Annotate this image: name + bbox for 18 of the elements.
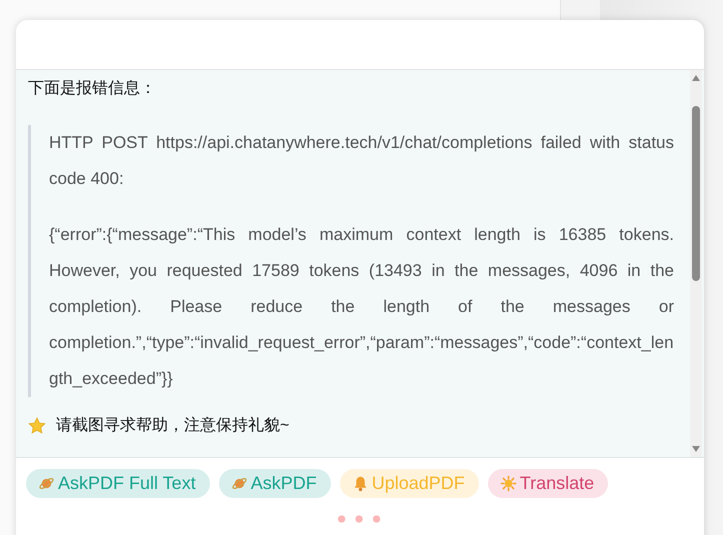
- quote-text: HTTP POST https://api.chatanywhere.tech/v1/chat/completions failed with status code 400:: [49, 132, 674, 190]
- scroll-down-icon[interactable]: [691, 445, 701, 453]
- action-button[interactable]: Translate: [488, 469, 608, 498]
- quote-text: {“error”:{“message”:“This model’s maximum context length is 16385 tokens. However, you requested 17589 tokens (13493 in the messages, 4096 in the completion). Please reduce the length of the messages or completion.”,“type”:“invalid_request_error”,“param”:“messages”,“code”:“context_length_exceeded”}}: [49, 224, 674, 390]
- bell-icon: [352, 475, 369, 492]
- planet-icon: [230, 475, 248, 492]
- message-text: 下面是报错信息：: [28, 79, 157, 99]
- action-button[interactable]: UploadPDF: [340, 469, 479, 498]
- star-icon: [28, 416, 46, 434]
- planet-icon: [38, 475, 55, 492]
- input-field[interactable]: [16, 20, 704, 70]
- action-button[interactable]: AskPDF Full Text: [26, 469, 210, 498]
- sun-icon: [500, 475, 517, 492]
- tip-text: 请截图寻求帮助，注意保持礼貌~: [56, 416, 290, 436]
- loading-indicator: [337, 514, 383, 524]
- action-button[interactable]: AskPDF: [218, 469, 331, 498]
- scrollbar[interactable]: [690, 70, 702, 457]
- scroll-up-icon[interactable]: [691, 74, 701, 82]
